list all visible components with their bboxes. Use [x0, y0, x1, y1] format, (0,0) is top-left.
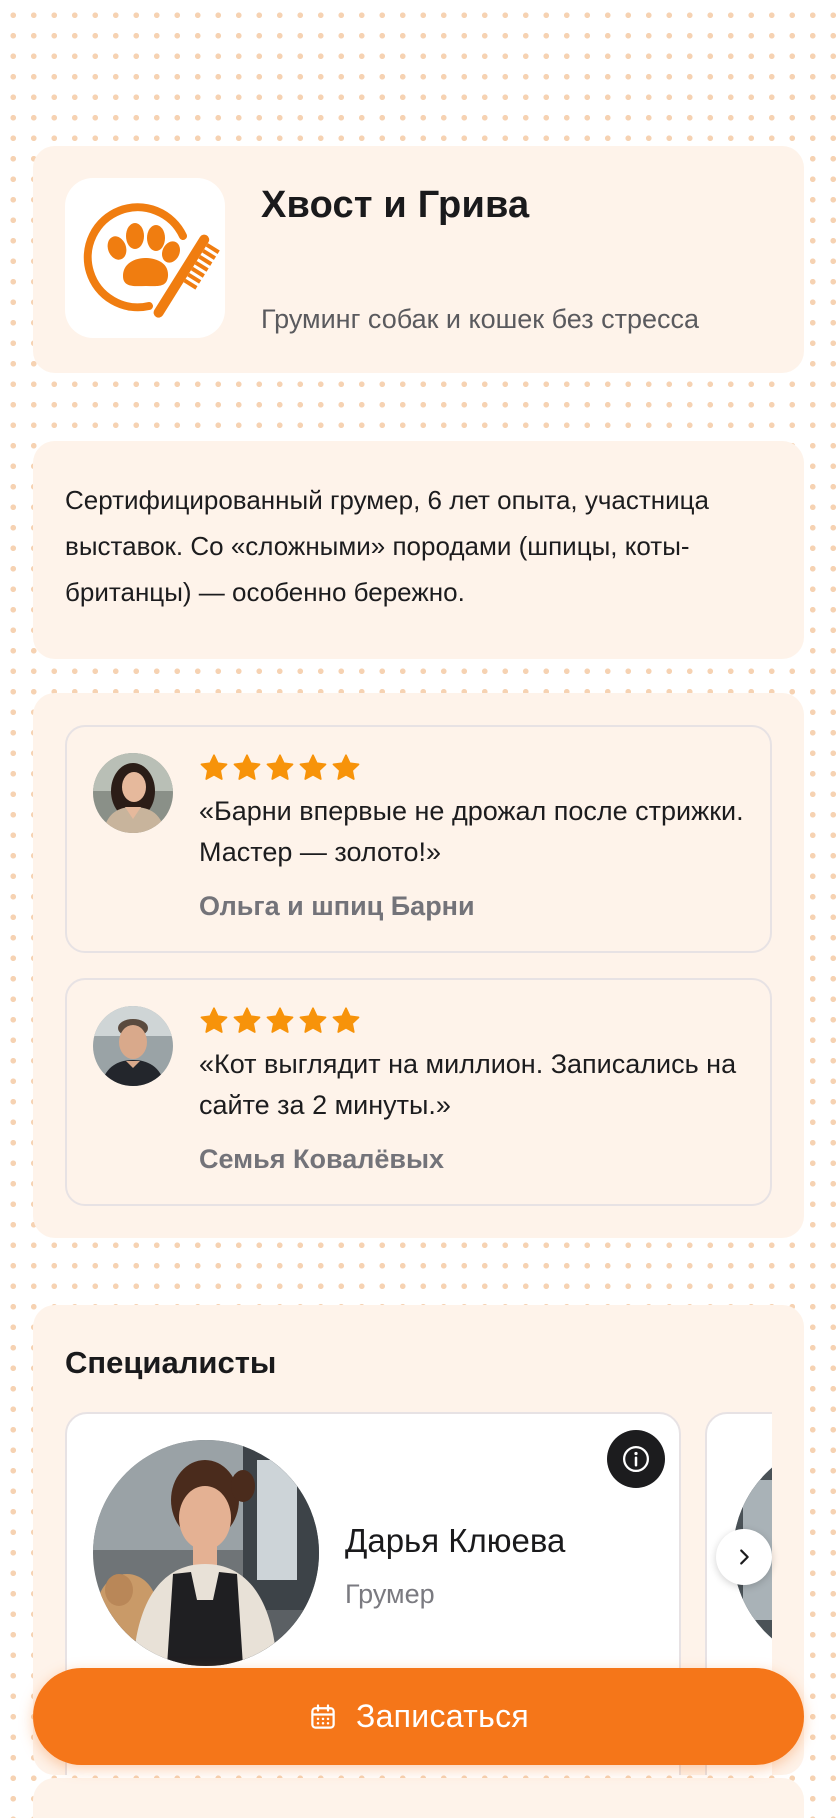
star-icon — [200, 1007, 228, 1033]
reviews-card: «Барни впервые не дрожал после стрижки. … — [33, 693, 804, 1238]
specialist-photo — [93, 1440, 319, 1666]
next-section-peek — [33, 1778, 804, 1818]
star-icon — [299, 1007, 327, 1033]
calendar-icon — [311, 1703, 335, 1729]
review-text: «Кот выглядит на миллион. Записались на … — [199, 1049, 737, 1120]
star-icon — [233, 754, 261, 780]
review-text: «Барни впервые не дрожал после стрижки. … — [199, 796, 744, 867]
specialist-info-button[interactable] — [607, 1430, 665, 1488]
specialist-name: Дарья Клюева — [345, 1522, 566, 1559]
review-card: «Кот выглядит на миллион. Записались на … — [65, 978, 772, 1206]
star-icon — [200, 754, 228, 780]
book-appointment-button[interactable]: Записаться — [33, 1668, 804, 1765]
specialist-role: Грумер — [345, 1579, 435, 1609]
rating-stars — [199, 753, 361, 783]
section-title: Специалисты — [65, 1345, 277, 1380]
info-icon — [623, 1446, 649, 1472]
about-text: Сертифицированный грумер, 6 лет опыта, у… — [65, 485, 710, 607]
brand-title: Хвост и Грива — [261, 184, 530, 226]
about-card: Сертифицированный грумер, 6 лет опыта, у… — [33, 441, 804, 659]
star-icon — [266, 1007, 294, 1033]
carousel-next-button[interactable] — [716, 1529, 772, 1585]
review-card: «Барни впервые не дрожал после стрижки. … — [65, 725, 772, 953]
review-author: Семья Ковалёвых — [199, 1144, 445, 1174]
rating-stars — [199, 1006, 361, 1036]
star-icon — [299, 754, 327, 780]
paw-comb-icon — [83, 203, 220, 318]
star-icon — [233, 1007, 261, 1033]
reviewer-avatar — [93, 1006, 173, 1086]
star-icon — [332, 1007, 360, 1033]
brand-header-card: Хвост и Грива Груминг собак и кошек без … — [33, 146, 804, 373]
reviewer-avatar — [93, 753, 173, 833]
review-author: Ольга и шпиц Барни — [199, 891, 475, 921]
brand-tagline: Груминг собак и кошек без стресса — [261, 304, 699, 334]
book-button-label: Записаться — [355, 1698, 530, 1734]
star-icon — [266, 754, 294, 780]
chevron-right-icon — [740, 1549, 749, 1565]
brand-logo — [65, 178, 225, 338]
star-icon — [332, 754, 360, 780]
